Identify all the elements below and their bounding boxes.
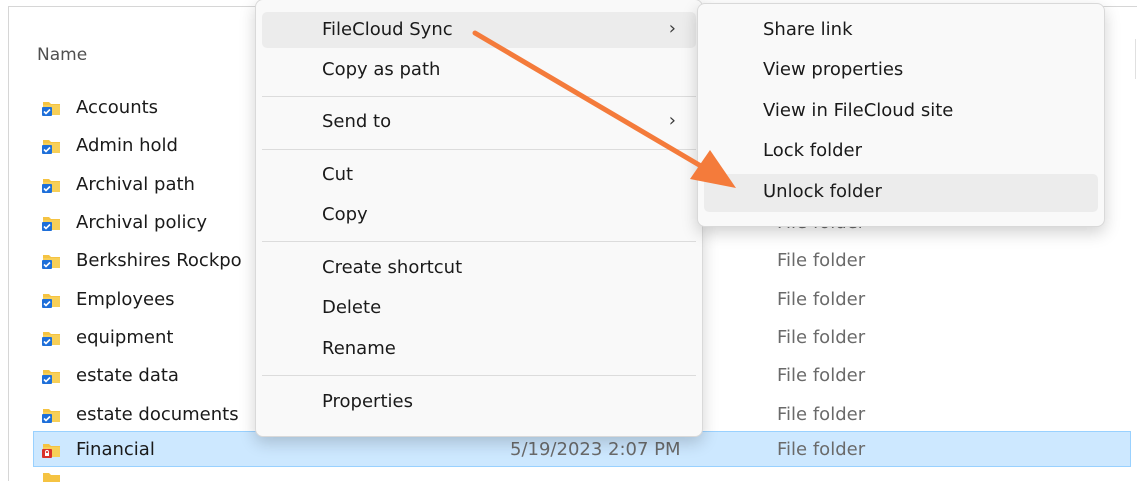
item-type: File folder bbox=[777, 289, 866, 310]
item-name: Archival path bbox=[76, 174, 195, 195]
submenu-item-share-link[interactable]: Share link bbox=[704, 12, 1098, 50]
context-menu: FileCloud Sync › Copy as path Send to › … bbox=[255, 0, 703, 437]
menu-separator bbox=[262, 241, 696, 242]
menu-item-cut[interactable]: Cut bbox=[262, 157, 696, 193]
item-name: Employees bbox=[76, 289, 175, 310]
menu-separator bbox=[262, 149, 696, 150]
item-name: estate documents bbox=[76, 404, 239, 425]
menu-item-copy-as-path[interactable]: Copy as path bbox=[262, 52, 696, 88]
menu-separator bbox=[262, 375, 696, 376]
menu-item-label: Send to bbox=[322, 111, 392, 132]
item-type: File folder bbox=[777, 404, 866, 425]
menu-item-label: Delete bbox=[322, 297, 382, 318]
column-divider[interactable] bbox=[1135, 39, 1136, 79]
submenu-item-label: Unlock folder bbox=[763, 181, 882, 202]
menu-item-label: Cut bbox=[322, 164, 354, 185]
menu-item-filecloud-sync[interactable]: FileCloud Sync › bbox=[262, 12, 696, 48]
item-type: File folder bbox=[777, 439, 866, 460]
item-name: Archival policy bbox=[76, 212, 208, 233]
submenu-item-label: View properties bbox=[763, 59, 904, 80]
folder-sync-icon bbox=[42, 102, 60, 116]
submenu-item-view-in-filecloud-site[interactable]: View in FileCloud site bbox=[704, 93, 1098, 131]
folder-sync-icon bbox=[42, 217, 60, 231]
file-list-pane: Name Accounts Admin hold Archival path A… bbox=[8, 0, 1137, 482]
menu-item-delete[interactable]: Delete bbox=[262, 290, 696, 326]
submenu-item-unlock-folder[interactable]: Unlock folder bbox=[704, 174, 1098, 212]
menu-item-label: Create shortcut bbox=[322, 257, 463, 278]
submenu-item-view-properties[interactable]: View properties bbox=[704, 52, 1098, 90]
folder-sync-icon bbox=[42, 409, 60, 423]
item-type: File folder bbox=[777, 250, 866, 271]
folder-sync-icon bbox=[42, 140, 60, 154]
item-name: Financial bbox=[76, 439, 155, 460]
folder-sync-icon bbox=[42, 179, 60, 193]
item-type: File folder bbox=[777, 365, 866, 386]
menu-item-label: Copy as path bbox=[322, 59, 441, 80]
menu-item-create-shortcut[interactable]: Create shortcut bbox=[262, 250, 696, 286]
menu-item-send-to[interactable]: Send to › bbox=[262, 104, 696, 140]
chevron-right-icon: › bbox=[668, 110, 676, 131]
list-item-partial[interactable] bbox=[33, 472, 1131, 482]
menu-item-label: Properties bbox=[322, 391, 413, 412]
menu-item-properties[interactable]: Properties bbox=[262, 384, 696, 420]
submenu-item-label: Lock folder bbox=[763, 140, 863, 161]
folder-sync-icon bbox=[42, 332, 60, 346]
item-name: equipment bbox=[76, 327, 174, 348]
chevron-right-icon: › bbox=[668, 18, 676, 39]
item-name: Accounts bbox=[76, 97, 159, 118]
item-name: estate data bbox=[76, 365, 179, 386]
filecloud-sync-submenu: Share link View properties View in FileC… bbox=[697, 3, 1105, 227]
folder-locked-icon bbox=[42, 444, 60, 458]
folder-sync-icon bbox=[42, 370, 60, 384]
submenu-item-label: View in FileCloud site bbox=[763, 100, 954, 121]
folder-sync-icon bbox=[42, 255, 60, 269]
menu-item-label: Copy bbox=[322, 204, 368, 225]
menu-item-label: FileCloud Sync bbox=[322, 19, 453, 40]
column-header-name[interactable]: Name bbox=[37, 45, 87, 65]
menu-item-rename[interactable]: Rename bbox=[262, 331, 696, 367]
item-name: Berkshires Rockpo bbox=[76, 250, 242, 271]
menu-item-copy[interactable]: Copy bbox=[262, 197, 696, 233]
folder-sync-icon bbox=[42, 294, 60, 308]
menu-separator bbox=[262, 96, 696, 97]
menu-item-label: Rename bbox=[322, 338, 396, 359]
item-date: 5/19/2023 2:07 PM bbox=[510, 439, 681, 460]
item-type: File folder bbox=[777, 327, 866, 348]
submenu-item-lock-folder[interactable]: Lock folder bbox=[704, 133, 1098, 171]
submenu-item-label: Share link bbox=[763, 19, 853, 40]
folder-icon bbox=[43, 473, 60, 482]
item-name: Admin hold bbox=[76, 135, 178, 156]
